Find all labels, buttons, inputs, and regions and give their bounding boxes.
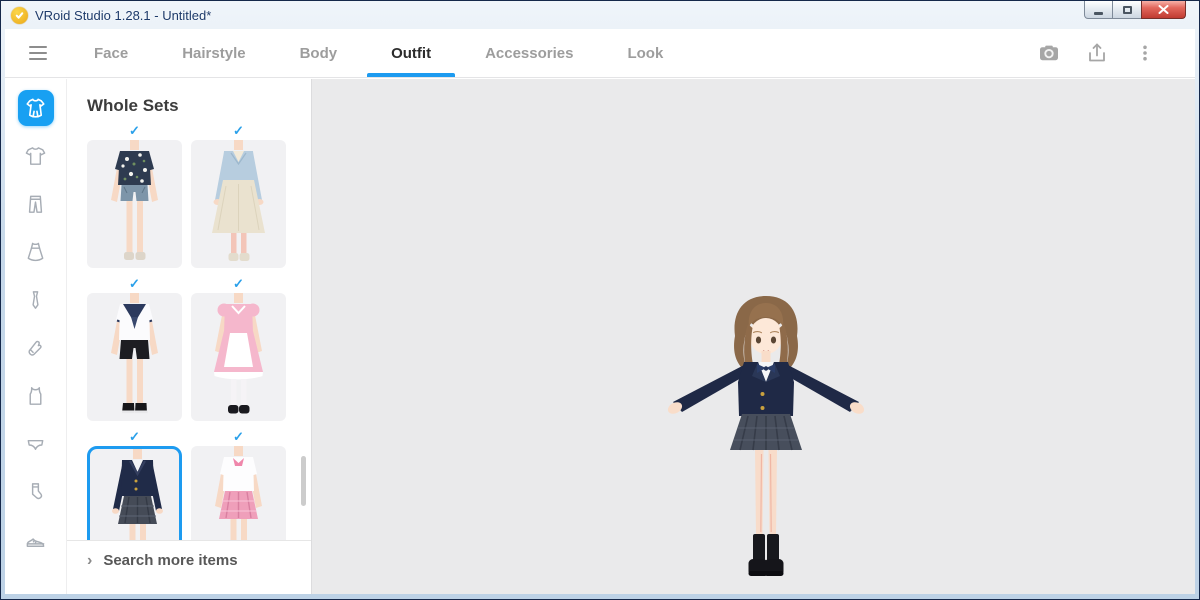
gloves-icon[interactable] bbox=[18, 330, 54, 366]
outfit-item-maid-dress[interactable] bbox=[191, 293, 286, 421]
window-title: VRoid Studio 1.28.1 - Untitled* bbox=[35, 8, 211, 23]
panel-scrollbar[interactable] bbox=[301, 456, 306, 506]
item-checkmark-icon: ✓ bbox=[191, 124, 286, 140]
outfit-item-pink-skirt[interactable] bbox=[191, 446, 286, 540]
search-more-items[interactable]: › Search more items bbox=[67, 540, 311, 594]
items-scroll-area: Whole Sets ✓ bbox=[67, 79, 311, 540]
tab-hairstyle[interactable]: Hairstyle bbox=[155, 29, 272, 77]
items-grid: ✓ bbox=[87, 124, 311, 540]
item-checkmark-icon: ✓ bbox=[191, 277, 286, 293]
tab-bar: Face Hairstyle Body Outfit Accessories L… bbox=[67, 29, 690, 77]
panel-title: Whole Sets bbox=[87, 96, 311, 116]
list-item: ✓ bbox=[87, 124, 182, 268]
whole-sets-icon[interactable] bbox=[18, 90, 54, 126]
tab-look[interactable]: Look bbox=[600, 29, 690, 77]
innerwear-icon[interactable] bbox=[18, 378, 54, 414]
tab-accessories[interactable]: Accessories bbox=[458, 29, 600, 77]
outfit-item-navy-blazer[interactable] bbox=[87, 446, 182, 540]
hamburger-icon[interactable] bbox=[29, 46, 47, 60]
kebab-menu-icon[interactable] bbox=[1133, 41, 1157, 65]
tops-icon[interactable] bbox=[18, 138, 54, 174]
window-controls bbox=[1084, 1, 1186, 19]
titlebar[interactable]: VRoid Studio 1.28.1 - Untitled* bbox=[1, 1, 1199, 29]
maximize-button[interactable] bbox=[1113, 1, 1141, 19]
outfit-item-tropical-shirt[interactable] bbox=[87, 140, 182, 268]
category-rail bbox=[5, 79, 67, 594]
minimize-button[interactable] bbox=[1084, 1, 1113, 19]
list-item: ✓ bbox=[191, 277, 286, 421]
bottoms-icon[interactable] bbox=[18, 186, 54, 222]
app-content: Face Hairstyle Body Outfit Accessories L… bbox=[5, 29, 1195, 594]
underwear-icon[interactable] bbox=[18, 426, 54, 462]
3d-viewport[interactable] bbox=[312, 79, 1195, 594]
vroid-logo-icon bbox=[11, 7, 28, 24]
item-checkmark-icon: ✓ bbox=[87, 277, 182, 293]
list-item: ✓ bbox=[191, 124, 286, 268]
outfit-item-denim-jacket[interactable] bbox=[191, 140, 286, 268]
character-model[interactable] bbox=[656, 290, 876, 585]
minimize-icon bbox=[1094, 12, 1103, 15]
maximize-icon bbox=[1123, 6, 1132, 14]
main-area: Whole Sets ✓ bbox=[5, 79, 1195, 594]
camera-icon[interactable] bbox=[1037, 41, 1061, 65]
navbar: Face Hairstyle Body Outfit Accessories L… bbox=[5, 29, 1195, 78]
tab-face[interactable]: Face bbox=[67, 29, 155, 77]
socks-icon[interactable] bbox=[18, 474, 54, 510]
item-checkmark-icon: ✓ bbox=[87, 430, 182, 446]
dress-icon[interactable] bbox=[18, 234, 54, 270]
list-item: ✓ bbox=[87, 277, 182, 421]
neckwear-icon[interactable] bbox=[18, 282, 54, 318]
tab-body[interactable]: Body bbox=[273, 29, 365, 77]
close-button[interactable] bbox=[1141, 1, 1186, 19]
list-item: ✓ bbox=[87, 430, 182, 540]
outfit-item-sailor-uniform[interactable] bbox=[87, 293, 182, 421]
app-window: VRoid Studio 1.28.1 - Untitled* Face Hai… bbox=[0, 0, 1200, 600]
export-icon[interactable] bbox=[1085, 41, 1109, 65]
nav-actions bbox=[1037, 29, 1157, 77]
search-more-label: Search more items bbox=[103, 552, 237, 569]
close-icon bbox=[1158, 5, 1169, 14]
item-checkmark-icon: ✓ bbox=[87, 124, 182, 140]
tab-outfit[interactable]: Outfit bbox=[364, 29, 458, 77]
chevron-right-icon: › bbox=[87, 552, 92, 570]
items-panel: Whole Sets ✓ bbox=[67, 79, 312, 594]
item-checkmark-icon: ✓ bbox=[191, 430, 286, 446]
shoes-icon[interactable] bbox=[18, 522, 54, 558]
list-item: ✓ bbox=[191, 430, 286, 540]
